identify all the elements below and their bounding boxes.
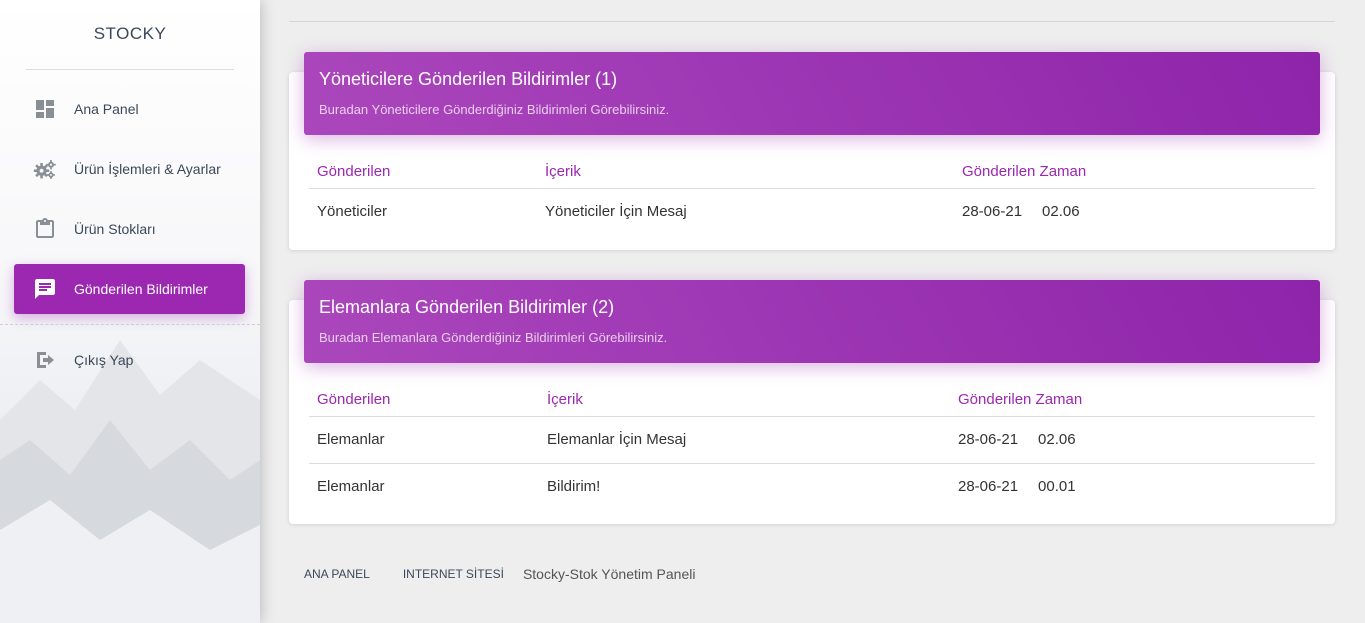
card-header: Elemanlara Gönderilen Bildirimler (2) Bu… — [304, 280, 1320, 363]
table-row: Elemanlar Elemanlar İçin Mesaj 28-06-21 0… — [309, 416, 1315, 463]
sidebar-nav: Ana Panel Ürün İşlemleri & Ayarlar Ürün … — [0, 84, 260, 314]
sidebar-item-gonderilen-bildirimler[interactable]: Gönderilen Bildirimler — [14, 264, 245, 314]
cell-content: Yöneticiler İçin Mesaj — [545, 203, 687, 221]
column-header-sent-to: Gönderilen — [309, 155, 537, 189]
column-header-content: İçerik — [539, 383, 950, 417]
cell-sent-to: Yöneticiler — [317, 203, 388, 221]
table-header-row: Gönderilen İçerik Gönderilen Zaman — [309, 155, 1315, 189]
card-subtitle: Buradan Yöneticilere Gönderdiğiniz Bildi… — [319, 102, 670, 117]
card-header: Yöneticilere Gönderilen Bildirimler (1) … — [304, 52, 1320, 135]
sidebar-item-label: Ürün Stokları — [74, 221, 156, 237]
cell-sent-time: 28-06-21 00.01 — [950, 462, 1315, 510]
cell-sent-time: 28-06-21 02.06 — [950, 416, 1315, 463]
footer-link-ana-panel[interactable]: ANA PANEL — [304, 567, 370, 581]
gears-icon — [32, 156, 58, 182]
sidebar-item-label: Ana Panel — [74, 101, 139, 117]
sidebar-item-urun-islemleri[interactable]: Ürün İşlemleri & Ayarlar — [14, 144, 245, 194]
sidebar-item-label: Ürün İşlemleri & Ayarlar — [74, 161, 221, 177]
column-header-sent-to: Gönderilen — [309, 383, 539, 417]
cell-date: 28-06-21 — [958, 478, 1019, 496]
logout-icon — [32, 347, 58, 373]
sidebar-divider — [0, 324, 260, 325]
cell-sent-to: Elemanlar — [309, 462, 539, 510]
cell-content: Elemanlar İçin Mesaj — [547, 431, 687, 448]
cell-time: 02.06 — [1042, 203, 1080, 221]
clipboard-icon — [32, 216, 58, 242]
sidebar-item-label: Gönderilen Bildirimler — [74, 281, 208, 297]
notifications-table: Gönderilen İçerik Gönderilen Zaman Elema… — [309, 383, 1315, 510]
cell-content: Bildirim! — [539, 462, 950, 510]
card-title: Elemanlara Gönderilen Bildirimler (2) — [319, 297, 615, 317]
column-header-content: İçerik — [537, 155, 954, 189]
sidebar-item-label: Çıkış Yap — [74, 352, 134, 368]
card-title: Yöneticilere Gönderilen Bildirimler (1) — [319, 69, 618, 89]
app-logo[interactable]: STOCKY — [26, 0, 234, 70]
sidebar-item-cikis-yap[interactable]: Çıkış Yap — [14, 335, 245, 385]
table-header-row: Gönderilen İçerik Gönderilen Zaman — [309, 383, 1315, 417]
chat-icon — [32, 276, 58, 302]
footer-copyright-text: Stocky-Stok Yönetim Paneli — [522, 566, 696, 582]
cell-time: 02.06 — [1038, 431, 1076, 448]
table-row: Elemanlar Bildirim! 28-06-21 00.01 — [309, 462, 1315, 510]
footer-link-internet-sitesi[interactable]: INTERNET SİTESİ — [403, 567, 504, 581]
cell-time: 00.01 — [1038, 478, 1076, 496]
staff-notifications-card: Elemanlara Gönderilen Bildirimler (2) Bu… — [289, 280, 1335, 524]
sidebar-item-urun-stoklari[interactable]: Ürün Stokları — [14, 204, 245, 254]
sidebar-item-ana-panel[interactable]: Ana Panel — [14, 84, 245, 134]
notifications-table: Gönderilen İçerik Gönderilen Zaman Yönet… — [309, 155, 1315, 235]
column-header-sent-time: Gönderilen Zaman — [950, 383, 1315, 417]
table-row: Yöneticiler Yöneticiler İçin Mesaj 28-06… — [309, 188, 1315, 235]
column-header-sent-time: Gönderilen Zaman — [954, 155, 1315, 189]
cell-date: 28-06-21 — [958, 431, 1019, 448]
cell-date: 28-06-21 — [962, 203, 1023, 221]
navbar-divider — [289, 21, 1335, 22]
footer: ANA PANEL INTERNET SİTESİ Stocky-Stok Yö… — [304, 566, 695, 582]
cell-sent-to: Elemanlar — [317, 431, 385, 448]
cell-sent-time: 28-06-21 02.06 — [954, 188, 1315, 235]
sidebar: STOCKY Ana Panel Ürün İşlemleri & Ayarla… — [0, 0, 260, 623]
dashboard-icon — [32, 96, 58, 122]
managers-notifications-card: Yöneticilere Gönderilen Bildirimler (1) … — [289, 52, 1335, 250]
card-subtitle: Buradan Elemanlara Gönderdiğiniz Bildiri… — [319, 330, 668, 345]
